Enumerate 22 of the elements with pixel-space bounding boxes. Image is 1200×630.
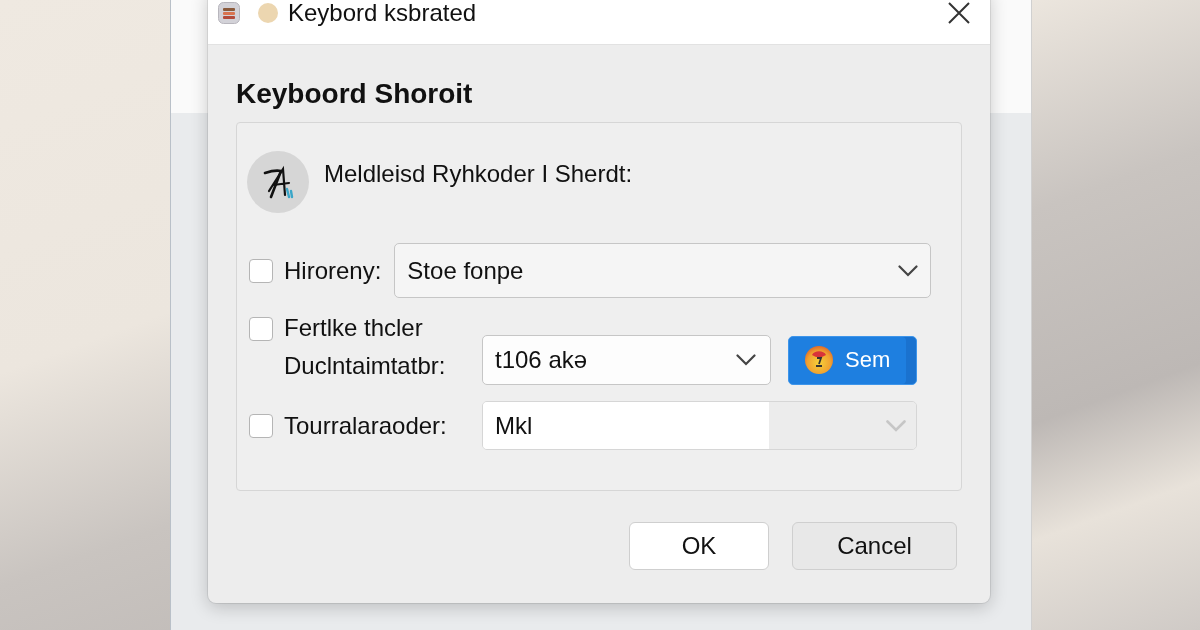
dot-icon xyxy=(258,3,278,23)
glyph-icon xyxy=(247,151,309,213)
cancel-button[interactable]: Cancel xyxy=(792,522,957,570)
intro-text: Meldleisd Ryhkoder I Sherdt: xyxy=(324,159,633,189)
close-icon xyxy=(948,2,970,24)
app-icon xyxy=(218,2,240,24)
field-label: Tourralaraoder: xyxy=(284,410,448,441)
window-title: Keybord ksbrated xyxy=(288,0,477,27)
field-label: Fertlke thcler Duclntaimtatbr: xyxy=(284,313,447,381)
emoji-icon xyxy=(805,346,833,374)
dropdown[interactable]: Stoe fonpe xyxy=(394,243,931,298)
dropdown[interactable]: t106 akə xyxy=(482,335,771,385)
checkbox[interactable] xyxy=(249,317,273,341)
chevron-down-icon xyxy=(736,354,756,366)
checkbox[interactable] xyxy=(249,413,273,438)
chevron-down-icon xyxy=(898,264,918,277)
checkbox[interactable] xyxy=(249,258,273,283)
close-button[interactable] xyxy=(948,2,970,24)
field-label: Hiroreny: xyxy=(284,255,382,286)
ok-button[interactable]: OK xyxy=(629,522,769,570)
action-button[interactable]: Sem xyxy=(788,335,917,385)
dialog-heading: Keyboord Shoroit xyxy=(236,77,474,111)
